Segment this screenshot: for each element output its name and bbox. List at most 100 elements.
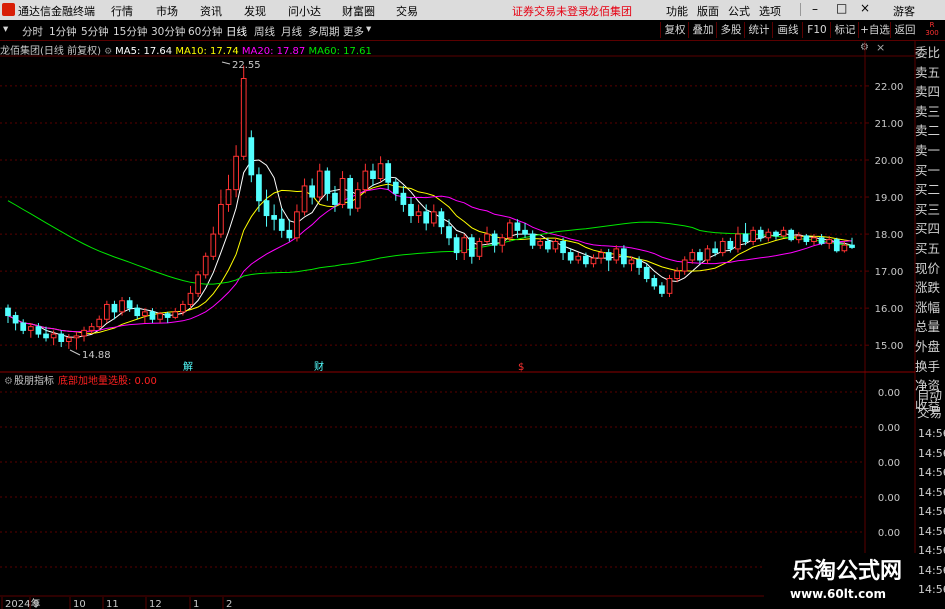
candle-body-9 (73, 335, 80, 339)
candle-body-105 (803, 235, 810, 242)
candle-body-71 (544, 240, 551, 250)
candle-body-74 (567, 252, 574, 261)
candle-body-27 (210, 233, 217, 257)
low-price-pointer (69, 349, 81, 356)
candle-body-28 (218, 203, 224, 235)
candle-body-101 (773, 231, 779, 237)
quote-side-panel: 委比 卖五 卖四 卖三 卖二 卖一 买一 买二 买三 买四 买五 现价 涨跌 涨幅 总量 外盘 换手 净资 收益 (915, 43, 945, 415)
candle-body-46 (354, 189, 361, 209)
marker-cai[interactable]: 财 (314, 360, 324, 373)
candle-body-104 (795, 235, 802, 241)
candle-body-92 (704, 248, 711, 261)
side-label-8: 买三 (915, 201, 941, 217)
candle-body-77 (590, 257, 597, 265)
tick-time-0: 14:56 (918, 427, 945, 440)
candle-body-83 (636, 259, 642, 268)
candle-body-62 (476, 240, 483, 257)
candle-body-94 (719, 240, 726, 254)
side-label-10: 买五 (915, 240, 941, 256)
time-label-3: 11 (106, 599, 119, 609)
candle-body-82 (628, 259, 635, 265)
candle-body-60 (461, 237, 468, 254)
side-label-2: 卖四 (915, 84, 941, 100)
candle-body-26 (202, 255, 209, 276)
candle-body-102 (780, 229, 787, 237)
watermark-title: 乐淘公式网 (792, 558, 902, 584)
price-label-7: 15.00 (875, 341, 904, 352)
candle-body-85 (651, 278, 658, 287)
candle-body-41 (316, 170, 323, 198)
marker-jie[interactable]: 解 (183, 360, 193, 373)
time-label-5: 1 (193, 599, 199, 609)
candle-body-84 (643, 266, 650, 280)
candle-body-34 (263, 200, 270, 217)
candle-body-2 (20, 322, 27, 331)
tick-time-2: 14:56 (918, 466, 945, 479)
trade-label[interactable]: 交易 (917, 404, 945, 422)
candle-body-75 (575, 255, 582, 261)
candle-body-72 (552, 240, 559, 250)
candle-body-55 (423, 211, 430, 224)
indicator-label-3: 0.00 (878, 493, 900, 504)
candle-body-63 (484, 233, 490, 242)
side-label-15: 外盘 (915, 338, 941, 354)
side-label-7: 买二 (915, 182, 941, 198)
indicator-gear-icon[interactable]: ⚙ (4, 376, 13, 387)
candle-body-1 (12, 315, 19, 324)
candle-body-40 (309, 185, 316, 198)
candle-body-7 (58, 333, 65, 342)
time-label-2: 10 (73, 599, 86, 609)
candle-body-109 (833, 239, 840, 252)
candle-body-56 (430, 211, 437, 224)
price-label-2: 20.00 (875, 156, 904, 167)
price-label-0: 22.00 (875, 82, 904, 93)
candle-body-100 (765, 231, 772, 239)
price-label-3: 19.00 (875, 193, 904, 204)
tick-time-5: 14:56 (918, 524, 945, 538)
kline-chart[interactable]: 22.0021.0020.0019.0018.0017.0016.0015.00… (0, 0, 945, 609)
candle-body-98 (750, 229, 757, 242)
candle-body-30 (233, 155, 239, 191)
candle-body-8 (65, 337, 72, 342)
candle-body-67 (514, 222, 521, 231)
time-axis: 2024年9 10 11 12 1 2 (1, 597, 232, 609)
side-label-0: 委比 (915, 45, 941, 60)
candle-body-20 (157, 313, 163, 320)
candle-body-106 (811, 237, 817, 242)
candle-body-91 (697, 252, 703, 261)
tick-time-1: 14:56 (918, 446, 945, 460)
watermark-url: www.60lt.com (790, 587, 886, 601)
candle-body-33 (256, 174, 262, 202)
candle-body-53 (408, 203, 414, 217)
candle-body-18 (142, 311, 148, 317)
candle-body-36 (278, 218, 285, 231)
time-label-4: 12 (149, 599, 162, 609)
candle-body-97 (742, 233, 749, 242)
side-label-14: 总量 (915, 319, 941, 335)
candle-body-4 (35, 326, 42, 335)
tick-time-7: 14:56 (918, 563, 945, 577)
candle-body-39 (301, 185, 308, 213)
indicator-axis: 0.000.000.000.000.000.00 (878, 388, 900, 574)
candle-body-10 (81, 329, 87, 337)
side-label-5: 卖一 (915, 142, 941, 158)
candle-body-24 (187, 292, 194, 305)
marker-dollar[interactable]: $ (518, 362, 524, 373)
candle-body-86 (659, 285, 665, 294)
auto-trade-label[interactable]: 自动 (917, 386, 945, 404)
price-label-1: 21.00 (875, 119, 904, 130)
candle-body-15 (119, 300, 125, 313)
candle-body-81 (621, 248, 627, 265)
side-label-11: 现价 (915, 260, 941, 276)
candle-body-70 (537, 240, 544, 246)
candle-body-19 (149, 311, 156, 320)
candle-body-90 (689, 252, 696, 261)
high-price-pointer (221, 61, 231, 65)
candle-body-45 (347, 178, 354, 209)
candle-body-88 (674, 270, 680, 280)
candle-body-43 (332, 192, 338, 205)
indicator-label-4: 0.00 (878, 528, 900, 539)
candle-body-25 (195, 274, 201, 294)
candle-body-0 (5, 307, 11, 317)
indicator-name: 股朋指标 (14, 374, 54, 387)
